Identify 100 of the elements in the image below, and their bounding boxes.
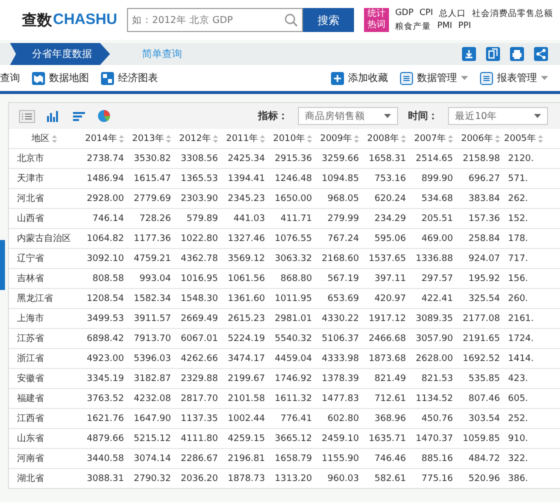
table-cell: 山西省 xyxy=(9,208,79,228)
table-cell: 157.36 xyxy=(455,208,502,228)
table-cell: 2199.67 xyxy=(220,368,267,388)
filter-label: 时间： xyxy=(408,110,438,123)
column-header[interactable]: 2012年 xyxy=(179,132,211,145)
table-cell: 885.16 xyxy=(408,448,455,468)
table-cell: 1094.85 xyxy=(314,168,361,188)
sort-icon[interactable] xyxy=(354,134,359,142)
toolbar-link[interactable]: 添加收藏 xyxy=(348,71,388,85)
column-header[interactable]: 2010年 xyxy=(273,132,305,145)
map-icon xyxy=(32,72,45,84)
table-cell: 北京市 xyxy=(9,148,79,168)
sort-icon[interactable] xyxy=(52,134,56,142)
column-header[interactable]: 2011年 xyxy=(226,132,258,145)
table-cell: 1873.68 xyxy=(361,348,408,368)
sort-icon[interactable] xyxy=(448,134,453,142)
table-cell: 1621.76 xyxy=(79,408,126,428)
sort-icon[interactable] xyxy=(307,134,312,142)
hot-word-link[interactable]: PPI xyxy=(458,20,471,32)
column-header[interactable]: 2006年 xyxy=(461,132,493,145)
table-cell: 807.46 xyxy=(455,388,502,408)
sort-icon[interactable] xyxy=(495,134,500,142)
plus-icon xyxy=(331,72,344,84)
column-header[interactable]: 2007年 xyxy=(414,132,446,145)
table-cell: 3763.52 xyxy=(79,388,126,408)
hot-word-link[interactable]: GDP xyxy=(395,8,414,20)
toolbar-link[interactable]: 查询 xyxy=(0,71,20,85)
search-field[interactable]: 如：2012年 北京 GDP xyxy=(127,8,304,32)
table-cell: 2615.23 xyxy=(220,308,267,328)
table-cell: 1208.54 xyxy=(79,288,126,308)
share-icon[interactable] xyxy=(534,47,548,61)
table-cell: 262. xyxy=(502,188,560,208)
hot-word-link[interactable]: 总人口 xyxy=(439,8,466,20)
hot-word-link[interactable]: CPI xyxy=(419,8,434,20)
table-cell: 2459.10 xyxy=(314,428,361,448)
toolbar-link[interactable]: 数据地图 xyxy=(49,71,89,85)
table-cell: 湖北省 xyxy=(9,468,79,488)
table-cell: 2036.20 xyxy=(173,468,220,488)
table-cell: 4923.00 xyxy=(79,348,126,368)
table-cell: 2817.70 xyxy=(173,388,220,408)
table-cell: 2191.65 xyxy=(455,328,502,348)
table-cell: 1137.35 xyxy=(173,408,220,428)
hot-word-link[interactable]: 社会消费品零售总额 xyxy=(472,8,554,20)
table-cell: 534.68 xyxy=(408,188,455,208)
pie-chart-icon[interactable] xyxy=(97,109,111,123)
table-cell: 1327.46 xyxy=(220,228,267,248)
table-cell: 2790.32 xyxy=(126,468,173,488)
side-tab[interactable] xyxy=(0,240,5,290)
breadcrumb-tab[interactable]: 分省年度数据 xyxy=(10,43,110,65)
table-cell: 2101.58 xyxy=(220,388,267,408)
table-cell: 内蒙古自治区 xyxy=(9,228,79,248)
sort-icon[interactable] xyxy=(538,134,543,142)
table-cell: 420.97 xyxy=(361,288,408,308)
site-logo[interactable]: 查数CHASHU xyxy=(22,10,118,30)
export-icon[interactable] xyxy=(462,47,476,61)
table-cell: 260. xyxy=(502,288,560,308)
toolbar-link[interactable]: 报表管理 xyxy=(497,71,537,85)
table-cell: 4262.66 xyxy=(173,348,220,368)
table-cell: 156. xyxy=(502,268,560,288)
table-cell: 3063.32 xyxy=(267,248,314,268)
hot-word-link[interactable]: 粮食产量 xyxy=(395,20,432,32)
table-cell: 黑龙江省 xyxy=(9,288,79,308)
copy-icon[interactable] xyxy=(486,47,500,61)
sort-icon[interactable] xyxy=(166,134,171,142)
table-cell: 1365.53 xyxy=(173,168,220,188)
column-header[interactable]: 2009年 xyxy=(320,132,352,145)
filter-dropdown[interactable]: 最近10年 xyxy=(448,107,548,125)
sort-icon[interactable] xyxy=(401,134,406,142)
table-cell: 1361.60 xyxy=(220,288,267,308)
search-button[interactable]: 搜索 xyxy=(303,8,354,32)
table-cell: 1611.32 xyxy=(267,388,314,408)
table-cell: 4759.21 xyxy=(126,248,173,268)
sort-icon[interactable] xyxy=(260,134,265,142)
sort-icon[interactable] xyxy=(213,134,218,142)
filter-dropdown[interactable]: 商品房销售额 xyxy=(298,107,398,125)
table-cell: 3499.53 xyxy=(79,308,126,328)
column-header[interactable]: 2008年 xyxy=(367,132,399,145)
toolbar-link[interactable]: 数据管理 xyxy=(417,71,457,85)
table-cell: 3089.35 xyxy=(408,308,455,328)
table-cell: 1537.65 xyxy=(361,248,408,268)
print-icon[interactable] xyxy=(510,47,524,61)
column-header[interactable]: 2013年 xyxy=(132,132,164,145)
table-cell: 6898.42 xyxy=(79,328,126,348)
column-header[interactable]: 2014年 xyxy=(85,132,117,145)
sort-icon[interactable] xyxy=(119,134,124,142)
table-cell: 653.69 xyxy=(314,288,361,308)
table-cell: 2158.98 xyxy=(455,148,502,168)
table-cell: 696.27 xyxy=(455,168,502,188)
table-cell: 3074.14 xyxy=(126,448,173,468)
caret-icon xyxy=(384,114,391,118)
hot-word-link[interactable]: PMI xyxy=(437,20,452,32)
table-cell: 2329.88 xyxy=(173,368,220,388)
table-cell: 1582.34 xyxy=(126,288,173,308)
sort-bars-icon[interactable] xyxy=(71,110,87,122)
column-header[interactable]: 地区 xyxy=(32,132,50,145)
toolbar-link[interactable]: 经济图表 xyxy=(118,71,158,85)
column-header[interactable]: 2005年 xyxy=(504,132,536,145)
table-cell: 450.76 xyxy=(408,408,455,428)
list-view-icon[interactable] xyxy=(19,110,35,122)
bar-chart-icon[interactable] xyxy=(45,110,61,122)
